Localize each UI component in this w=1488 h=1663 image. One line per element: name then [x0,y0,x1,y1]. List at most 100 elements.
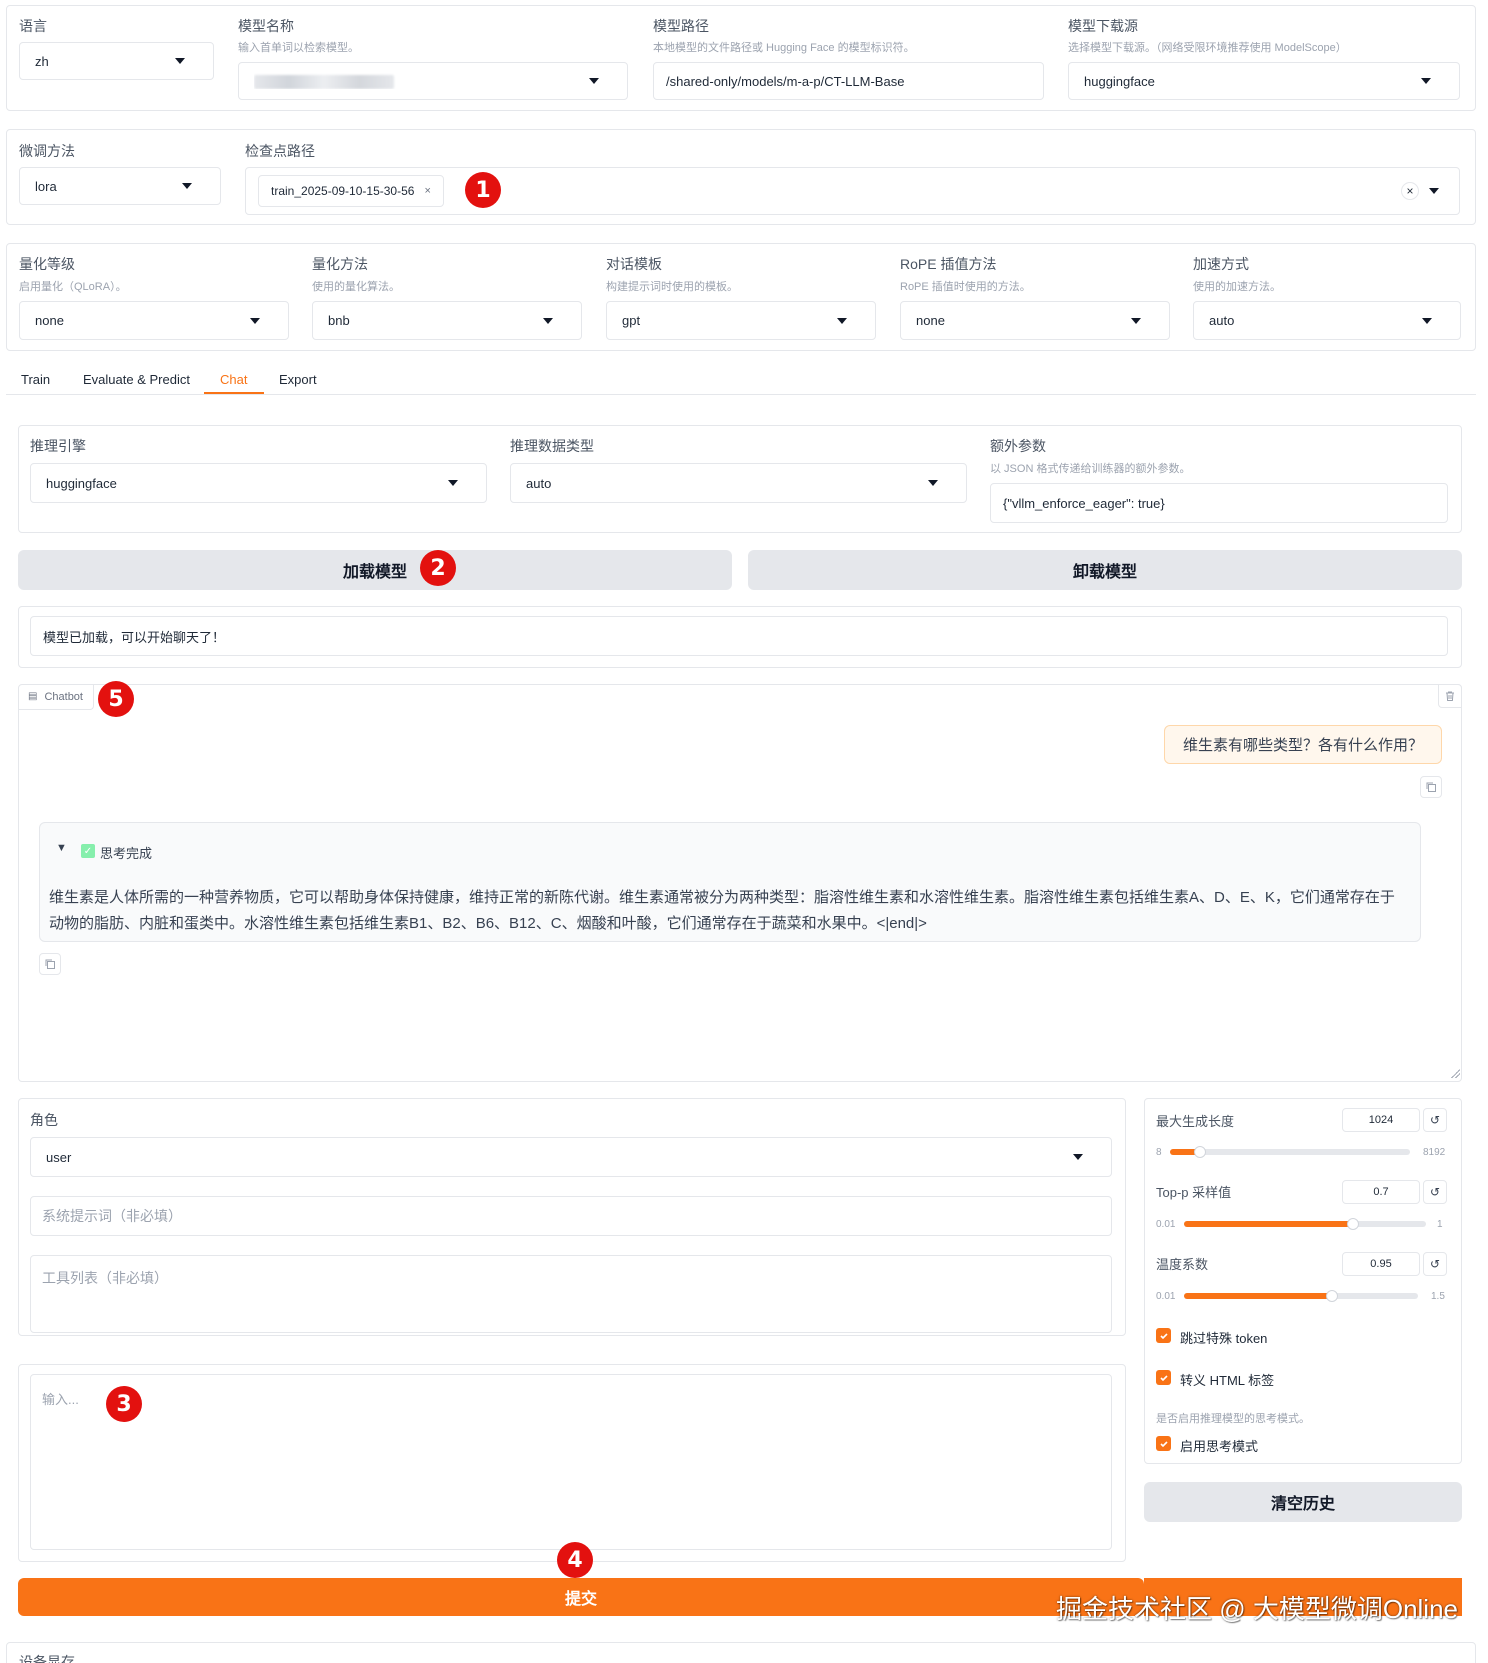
template-value: gpt [622,313,641,328]
user-message-bubble: 维生素有哪些类型？各有什么作用？ [1164,725,1442,764]
max-tokens-input[interactable]: 1024 [1342,1108,1420,1132]
infer-dtype-value: auto [526,475,552,491]
model-name-select[interactable] [238,62,628,100]
rope-value: none [916,313,945,328]
hub-label: 模型下载源 [1068,18,1138,34]
reset-icon[interactable]: ↺ [1423,1108,1447,1132]
max-tokens-min: 8 [1156,1147,1162,1158]
temperature-input[interactable]: 0.95 [1342,1252,1420,1276]
quant-bit-label: 量化等级 [19,256,75,272]
top-p-input[interactable]: 0.7 [1342,1180,1420,1204]
quant-bit-select[interactable]: none [19,301,289,340]
quant-bit-value: none [35,313,64,328]
escape-html-checkbox[interactable] [1156,1370,1171,1385]
rope-hint: RoPE 插值时使用的方法。 [900,281,1031,293]
checkpoint-chip-label: train_2025-09-10-15-30-56 [271,184,415,198]
role-label: 角色 [30,1112,58,1128]
chat-bubble-icon: ▤ [28,691,38,702]
booster-value: auto [1209,313,1235,328]
check-done-icon: ✓ [81,844,95,858]
model-path-input[interactable]: /shared-only/models/m-a-p/CT-LLM-Base [653,62,1044,100]
think-toggle-icon[interactable]: ▼ [56,842,67,854]
tab-chat-underline [204,392,264,394]
model-name-label: 模型名称 [238,18,294,34]
temperature-min: 0.01 [1156,1291,1176,1302]
rope-label: RoPE 插值方法 [900,256,997,272]
slider-knob[interactable] [1325,1290,1338,1302]
annotation-badge-1: 1 [465,172,501,208]
reset-icon[interactable]: ↺ [1423,1252,1447,1276]
chevron-down-icon [928,480,938,486]
chevron-down-icon [448,480,458,486]
escape-html-label: 转义 HTML 标签 [1180,1373,1275,1388]
infer-dtype-select[interactable]: auto [510,463,967,503]
query-input[interactable]: 输入... [30,1374,1112,1550]
chevron-down-icon [1422,317,1432,324]
role-value: user [46,1149,72,1165]
template-select[interactable]: gpt [606,301,876,340]
temperature-max: 1.5 [1431,1291,1445,1302]
slider-knob[interactable] [1346,1218,1359,1230]
user-message-text: 维生素有哪些类型？各有什么作用？ [1182,737,1423,754]
language-label: 语言 [19,18,47,34]
tab-chat[interactable]: Chat [220,372,247,387]
finetune-method-select[interactable]: lora [19,167,221,205]
quant-method-value: bnb [328,313,350,328]
top-p-max: 1 [1437,1219,1443,1230]
status-box: 模型已加载，可以开始聊天了！ [30,616,1448,656]
tab-export[interactable]: Export [279,372,317,387]
resize-handle-icon[interactable] [1450,1068,1460,1078]
tools-placeholder: 工具列表（非必填） [42,1270,168,1286]
extra-args-input[interactable]: {"vllm_enforce_eager": true} [990,483,1448,523]
chevron-down-icon [1131,317,1141,324]
model-name-hint: 输入首单词以检索模型。 [238,42,359,54]
load-model-button[interactable]: 加载模型 [18,550,732,590]
tab-train[interactable]: Train [21,372,50,387]
trash-icon[interactable] [1438,684,1462,708]
hub-select[interactable]: huggingface [1068,62,1460,100]
extra-args-label: 额外参数 [990,438,1046,454]
language-select[interactable]: zh [19,42,214,80]
quant-method-select[interactable]: bnb [312,301,582,340]
infer-backend-label: 推理引擎 [30,438,86,454]
annotation-badge-3: 3 [106,1386,142,1422]
annotation-badge-5: 5 [98,681,134,717]
rope-select[interactable]: none [900,301,1170,340]
chevron-down-icon [175,58,185,64]
chip-close-icon[interactable]: × [424,185,430,197]
template-label: 对话模板 [606,256,662,272]
submit-button[interactable]: 提交 [18,1578,1144,1616]
tools-input[interactable]: 工具列表（非必填） [30,1255,1112,1333]
slider-knob[interactable] [1193,1146,1206,1158]
enable-thinking-label: 启用思考模式 [1180,1439,1259,1454]
system-prompt-input[interactable]: 系统提示词（非必填） [30,1196,1112,1236]
bot-message-text: 维生素是人体所需的一种营养物质，它可以帮助身体保持健康，维持正常的新陈代谢。维生… [49,889,1395,932]
unload-model-button[interactable]: 卸载模型 [748,550,1462,590]
role-select[interactable]: user [30,1137,1112,1177]
status-text: 模型已加载，可以开始聊天了！ [43,629,226,645]
skip-special-checkbox[interactable] [1156,1328,1171,1343]
hub-hint: 选择模型下载源。（网络受限环境推荐使用 ModelScope） [1068,42,1347,54]
chevron-down-icon [543,317,553,324]
clear-history-button[interactable]: 清空历史 [1144,1482,1462,1522]
copy-icon[interactable] [39,953,61,975]
checkpoint-label: 检查点路径 [245,143,315,159]
tab-evaluate[interactable]: Evaluate & Predict [83,372,190,387]
booster-select[interactable]: auto [1193,301,1461,340]
query-placeholder: 输入... [42,1392,79,1407]
top-p-slider[interactable] [1184,1218,1426,1230]
model-path-label: 模型路径 [653,18,709,34]
infer-backend-select[interactable]: huggingface [30,463,487,503]
max-tokens-slider[interactable] [1170,1146,1410,1158]
chevron-down-icon [1421,78,1431,84]
reset-icon[interactable]: ↺ [1423,1180,1447,1204]
checkpoint-select[interactable]: train_2025-09-10-15-30-56 × × [245,167,1460,215]
temperature-slider[interactable] [1184,1290,1418,1302]
enable-thinking-checkbox[interactable] [1156,1436,1171,1451]
copy-icon[interactable] [1420,776,1442,798]
top-p-label: Top-p 采样值 [1156,1185,1232,1200]
infer-dtype-label: 推理数据类型 [510,438,594,454]
clear-icon[interactable]: × [1401,182,1419,200]
model-path-value: /shared-only/models/m-a-p/CT-LLM-Base [666,73,905,89]
checkpoint-chip[interactable]: train_2025-09-10-15-30-56 × [258,175,444,207]
